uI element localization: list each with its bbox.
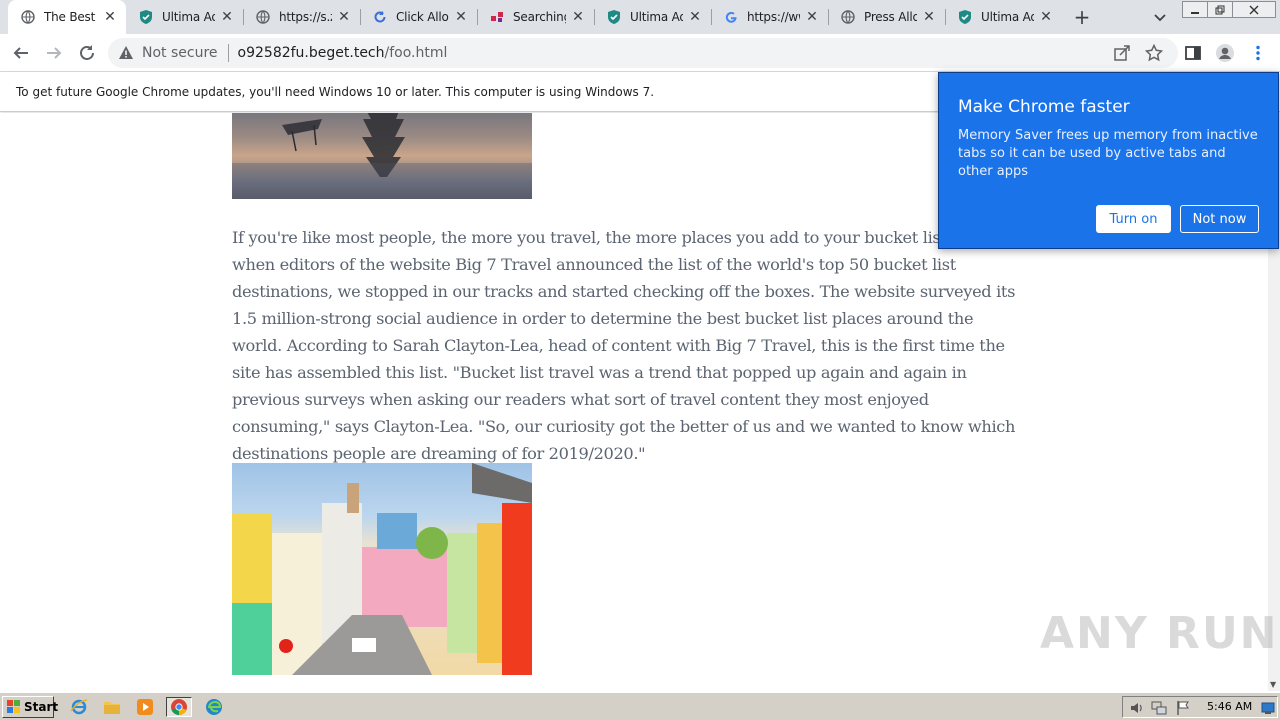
close-icon[interactable]: ✕ bbox=[570, 9, 586, 25]
internet-explorer-icon[interactable] bbox=[68, 697, 90, 717]
tab-title: Press Allow bbox=[864, 10, 917, 24]
pagoda-lake-image bbox=[232, 113, 532, 199]
volume-icon[interactable] bbox=[1129, 700, 1145, 720]
tab-title: https://ww bbox=[747, 10, 800, 24]
minimize-button[interactable] bbox=[1182, 1, 1208, 18]
kebab-menu-icon[interactable] bbox=[1247, 42, 1269, 64]
turn-on-button[interactable]: Turn on bbox=[1096, 205, 1171, 233]
colorful-houses-image bbox=[232, 463, 532, 675]
popup-title: Make Chrome faster bbox=[958, 97, 1130, 117]
not-now-button[interactable]: Not now bbox=[1180, 205, 1259, 233]
tab-ultima-adblock-2[interactable]: Ultima AdBl ✕ bbox=[594, 0, 711, 34]
close-icon[interactable]: ✕ bbox=[102, 9, 118, 25]
tab-ultima-adblock-3[interactable]: Ultima AdBl ✕ bbox=[945, 0, 1062, 34]
windows-taskbar: Start 5:46 AM bbox=[0, 692, 1280, 720]
shield-icon bbox=[957, 9, 973, 25]
infobar-message: To get future Google Chrome updates, you… bbox=[16, 84, 655, 99]
address-bar[interactable]: Not secure o92582fu.beget.tech/foo.html bbox=[108, 38, 1178, 68]
tab-title: Searching f bbox=[513, 10, 566, 24]
forward-arrow-icon[interactable] bbox=[43, 42, 65, 64]
url-host[interactable]: o92582fu.beget.tech bbox=[238, 45, 385, 61]
windows-logo-icon bbox=[7, 700, 21, 714]
close-icon[interactable]: ✕ bbox=[1038, 9, 1054, 25]
close-icon[interactable]: ✕ bbox=[336, 9, 352, 25]
memory-saver-popup: Make Chrome faster Memory Saver frees up… bbox=[938, 72, 1279, 249]
globe-icon bbox=[20, 9, 36, 25]
close-icon[interactable]: ✕ bbox=[804, 9, 820, 25]
start-label: Start bbox=[24, 700, 59, 714]
tab-press-allow[interactable]: Press Allow ✕ bbox=[828, 0, 945, 34]
scroll-down-icon[interactable]: ▼ bbox=[1270, 680, 1276, 689]
tab-title: Click Allow bbox=[396, 10, 449, 24]
tab-click-allow[interactable]: Click Allow ✕ bbox=[360, 0, 477, 34]
shield-icon bbox=[606, 9, 622, 25]
system-tray: 5:46 AM bbox=[1122, 696, 1278, 718]
profile-avatar-icon[interactable] bbox=[1214, 42, 1236, 64]
back-arrow-icon[interactable] bbox=[10, 42, 32, 64]
close-icon[interactable]: ✕ bbox=[453, 9, 469, 25]
new-tab-button[interactable]: + bbox=[1069, 5, 1095, 29]
bookmark-star-icon[interactable] bbox=[1143, 42, 1165, 64]
tab-title: https://s.zi bbox=[279, 10, 332, 24]
browser-toolbar: Not secure o92582fu.beget.tech/foo.html bbox=[0, 34, 1280, 72]
globe-icon bbox=[255, 9, 271, 25]
chrome-taskbar-icon[interactable] bbox=[166, 697, 192, 717]
tab-title: The Best Pl bbox=[44, 10, 98, 24]
tab-title: Ultima AdBl bbox=[162, 10, 215, 24]
warning-triangle-icon[interactable] bbox=[118, 45, 134, 61]
tab-https-www[interactable]: https://ww ✕ bbox=[711, 0, 828, 34]
divider bbox=[227, 44, 229, 62]
globe-icon bbox=[840, 9, 856, 25]
anyrun-watermark: ANY RUN bbox=[1040, 608, 1279, 659]
share-icon[interactable] bbox=[1111, 42, 1133, 64]
action-center-flag-icon[interactable] bbox=[1175, 700, 1191, 720]
tab-ultima-adblock-1[interactable]: Ultima AdBl ✕ bbox=[126, 0, 243, 34]
side-panel-icon[interactable] bbox=[1182, 42, 1204, 64]
tab-title: Ultima AdBl bbox=[630, 10, 683, 24]
article-paragraph: If you're like most people, the more you… bbox=[232, 228, 1016, 463]
close-icon[interactable]: ✕ bbox=[921, 9, 937, 25]
taskbar-clock[interactable]: 5:46 AM bbox=[1207, 700, 1252, 713]
reload-icon[interactable] bbox=[76, 42, 98, 64]
tab-search-chevron-icon[interactable] bbox=[1150, 7, 1170, 27]
close-icon[interactable]: ✕ bbox=[219, 9, 235, 25]
security-label[interactable]: Not secure bbox=[142, 45, 218, 61]
tab-strip: The Best Pl ✕ Ultima AdBl ✕ https://s.zi… bbox=[0, 0, 1280, 34]
dots-icon bbox=[489, 9, 505, 25]
network-icon[interactable] bbox=[1151, 700, 1167, 720]
media-player-icon[interactable] bbox=[134, 697, 156, 717]
shield-icon bbox=[138, 9, 154, 25]
tab-https-s-zi[interactable]: https://s.zi ✕ bbox=[243, 0, 360, 34]
tab-searching[interactable]: Searching f ✕ bbox=[477, 0, 594, 34]
tab-title: Ultima AdBl bbox=[981, 10, 1034, 24]
edge-icon[interactable] bbox=[203, 697, 225, 717]
file-explorer-icon[interactable] bbox=[101, 697, 123, 717]
refresh-icon bbox=[372, 9, 388, 25]
close-window-button[interactable] bbox=[1232, 1, 1276, 18]
restore-button[interactable] bbox=[1207, 1, 1233, 18]
start-button[interactable]: Start bbox=[2, 696, 58, 718]
url-path[interactable]: /foo.html bbox=[385, 45, 448, 61]
popup-body: Memory Saver frees up memory from inacti… bbox=[958, 128, 1258, 179]
google-icon bbox=[723, 9, 739, 25]
show-desktop-icon[interactable] bbox=[1261, 700, 1275, 719]
tab-the-best-places[interactable]: The Best Pl ✕ bbox=[8, 0, 126, 34]
close-icon[interactable]: ✕ bbox=[687, 9, 703, 25]
